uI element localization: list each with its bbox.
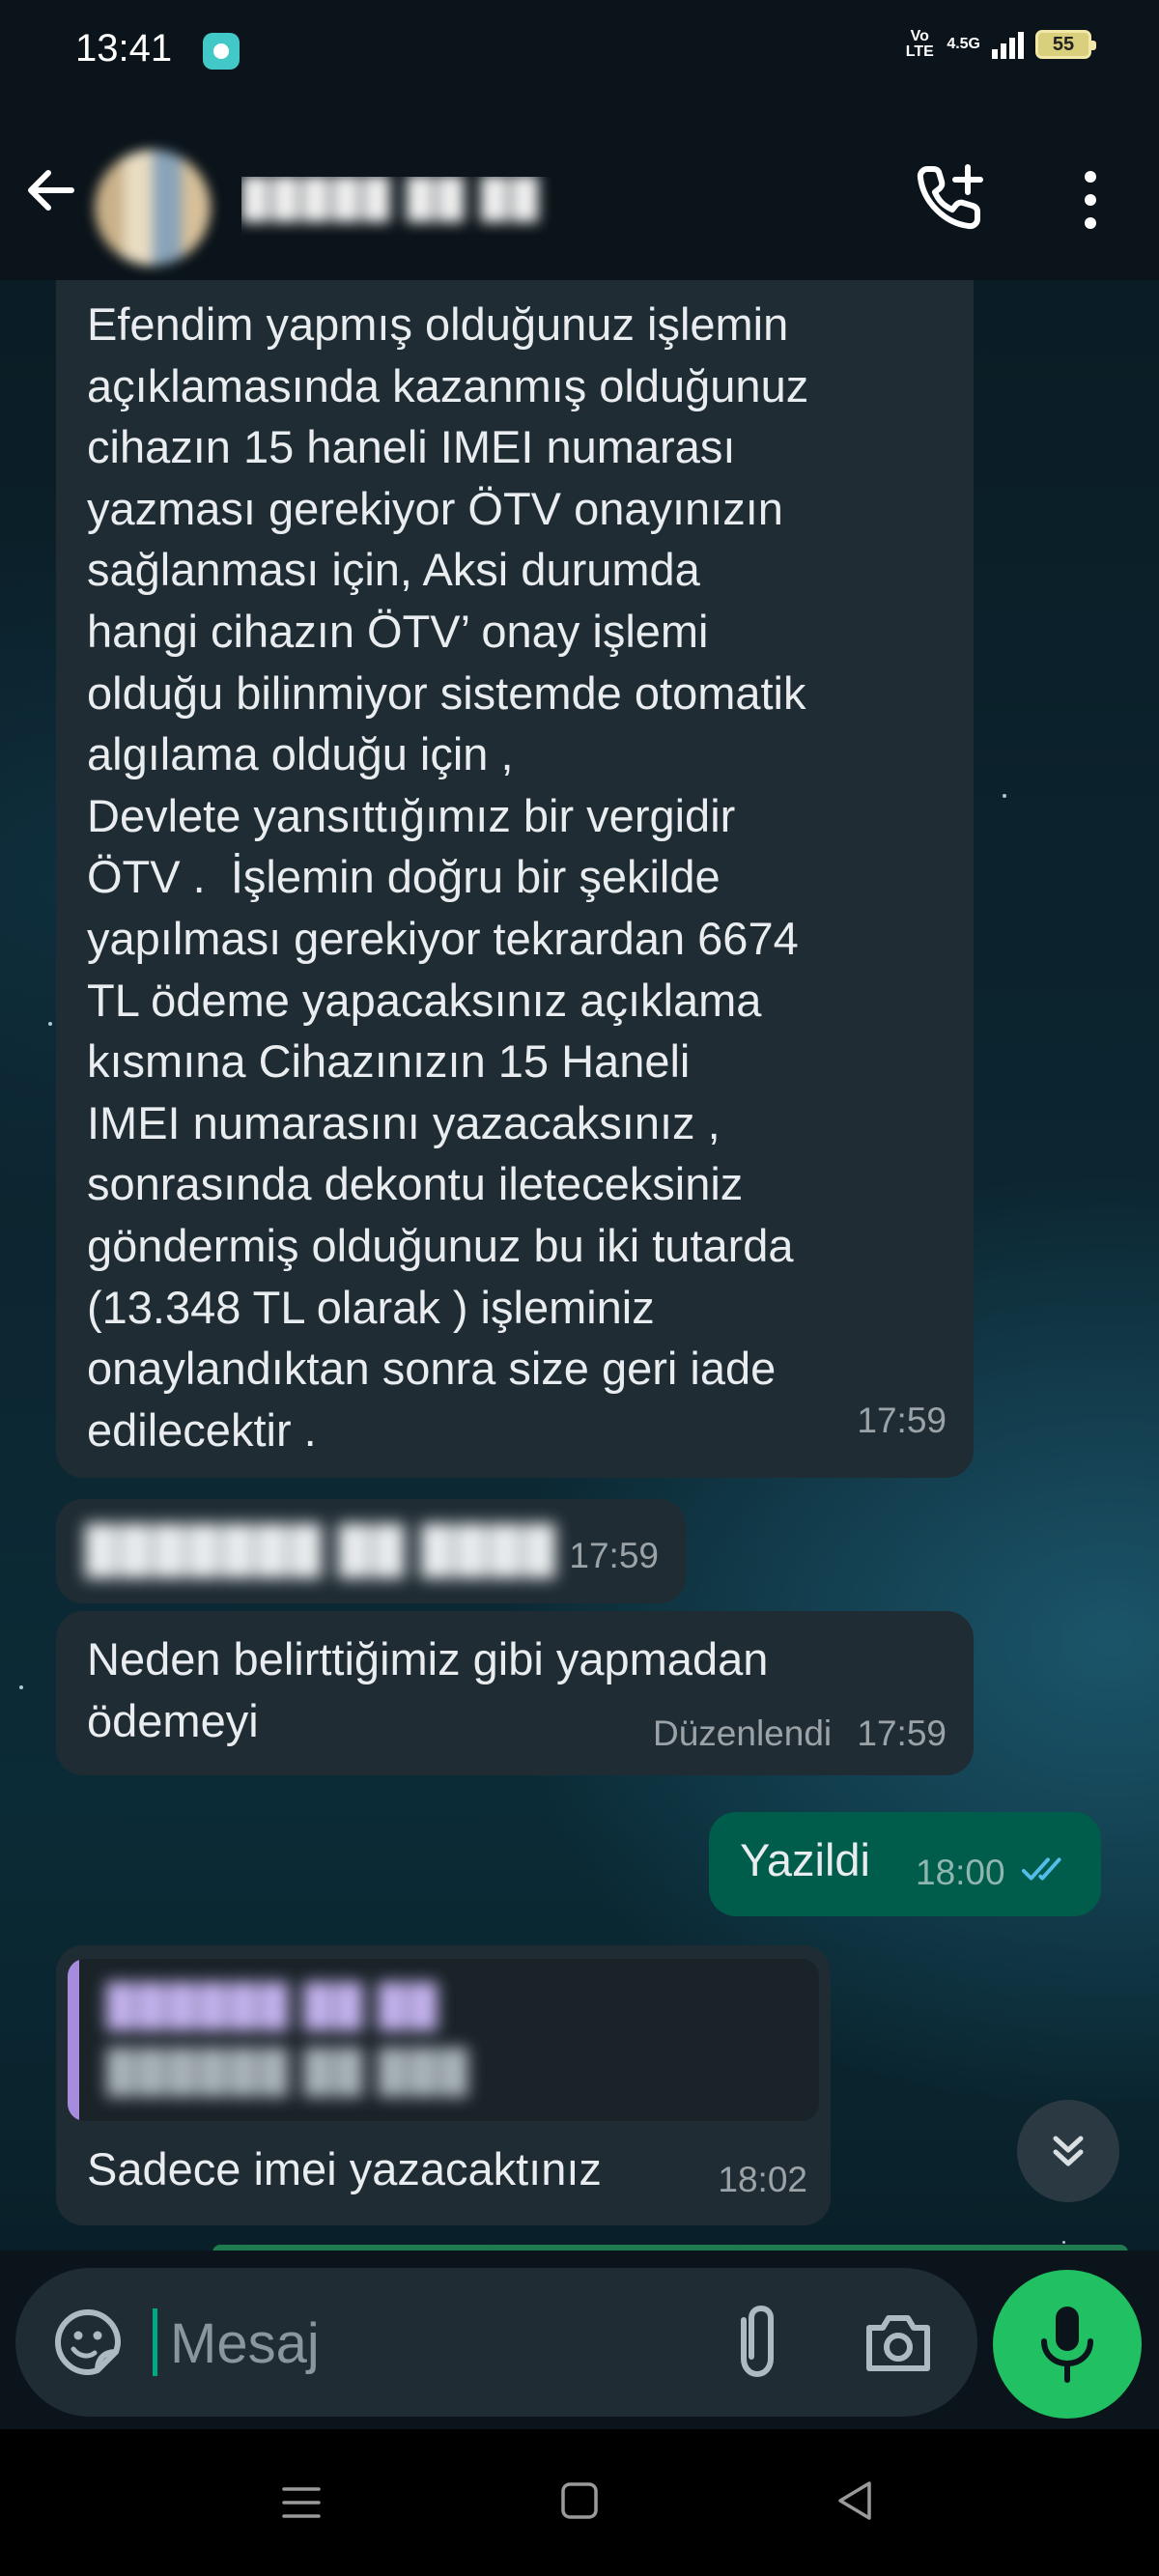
- quoted-text: ██████ ██ ███: [106, 2048, 470, 2093]
- back-triangle-icon[interactable]: [833, 2477, 877, 2524]
- system-navigation-bar: [0, 2429, 1159, 2576]
- message-input[interactable]: [168, 2305, 713, 2382]
- chat-header: █████ ██ ██: [0, 101, 1159, 280]
- edited-label: Düzenlendi: [653, 1713, 833, 1753]
- battery-icon: 55: [1035, 30, 1096, 59]
- scroll-to-bottom-button[interactable]: [1017, 2100, 1119, 2202]
- status-bar: 13:41 Vo LTE 4.5G 55: [0, 0, 1159, 101]
- outgoing-message[interactable]: Yazildi 18:00: [709, 1812, 1101, 1916]
- home-icon[interactable]: [558, 2479, 601, 2522]
- message-text-redacted: ███████ ██ ████: [85, 1523, 558, 1574]
- add-call-icon[interactable]: [914, 161, 987, 235]
- sticker-icon[interactable]: [52, 2307, 124, 2378]
- read-receipt-icon: [1021, 1857, 1061, 1881]
- notification-app-icon: [203, 33, 240, 70]
- back-arrow-icon[interactable]: [23, 163, 77, 217]
- volte-icon: Vo LTE: [905, 28, 934, 60]
- text-cursor: [153, 2308, 157, 2376]
- network-type: 4.5G: [947, 36, 980, 52]
- message-text: Yazildi: [740, 1834, 870, 1885]
- contact-name[interactable]: █████ ██ ██: [241, 177, 628, 235]
- more-options-icon[interactable]: [1066, 163, 1115, 237]
- message-text: Efendim yapmış olduğunuz işlemin açıklam…: [87, 298, 809, 1456]
- message-time: 18:02: [718, 2160, 807, 2199]
- camera-icon[interactable]: [860, 2305, 937, 2382]
- incoming-message[interactable]: Neden belirttiğimiz gibi yapmadan ödemey…: [56, 1611, 974, 1775]
- double-chevron-down-icon: [1053, 2136, 1084, 2166]
- compose-bar: [0, 2250, 1159, 2429]
- avatar[interactable]: [95, 150, 211, 266]
- recent-apps-icon[interactable]: [280, 2483, 323, 2522]
- message-time: 17:59: [857, 1401, 947, 1440]
- message-time: 17:59: [857, 1713, 947, 1753]
- microphone-icon: [1041, 2307, 1093, 2383]
- quote-accent-bar: [68, 1959, 79, 2121]
- paperclip-icon[interactable]: [717, 2303, 794, 2384]
- message-time: 18:00: [916, 1853, 1005, 1892]
- quoted-message[interactable]: ██████ ██ ██ ██████ ██ ███: [68, 1959, 819, 2121]
- message-time: 17:59: [569, 1536, 659, 1575]
- message-text: Sadece imei yazacaktınız: [87, 2143, 602, 2194]
- incoming-message[interactable]: Efendim yapmış olduğunuz işlemin açıklam…: [56, 280, 974, 1478]
- message-input-box[interactable]: [15, 2268, 977, 2417]
- incoming-message[interactable]: ███████ ██ ████ 17:59: [56, 1499, 686, 1603]
- incoming-message[interactable]: ██████ ██ ██ ██████ ██ ███ Sadece imei y…: [56, 1945, 831, 2225]
- voice-message-button[interactable]: [993, 2270, 1142, 2419]
- status-time: 13:41: [75, 27, 173, 70]
- quoted-sender: ██████ ██ ██: [106, 1982, 439, 2027]
- message-list[interactable]: Efendim yapmış olduğunuz işlemin açıklam…: [0, 280, 1159, 2250]
- contact-name-text: █████ ██ ██: [241, 177, 542, 219]
- signal-icon: [992, 30, 1024, 59]
- status-icons: Vo LTE 4.5G 55: [904, 28, 1096, 60]
